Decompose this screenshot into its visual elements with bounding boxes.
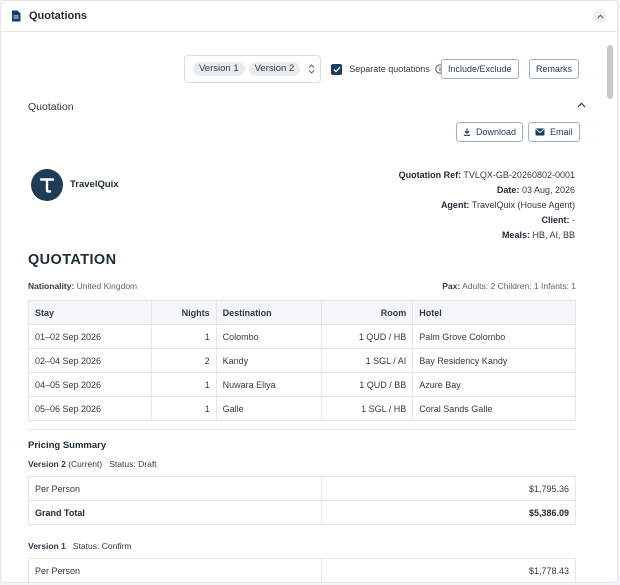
table-row: 04–05 Sep 2026 1 Nuwara Eliya 1 QUD / BB… [28, 372, 576, 397]
price-row-per-person: Per Person $1,778.43 [28, 558, 576, 582]
updown-icon[interactable] [306, 63, 316, 75]
price-row-grand-total: Grand Total $5,386.09 [28, 500, 576, 525]
separate-quotations-toggle[interactable]: Separate quotations [331, 63, 445, 75]
col-nights: Nights [150, 300, 217, 325]
cell-stay: 02–04 Sep 2026 [28, 348, 152, 373]
cell-room: 1 SGL / HB [321, 396, 414, 421]
cell-nights: 1 [150, 372, 217, 397]
cell-nights: 1 [150, 396, 217, 421]
section-title: Quotation [28, 101, 74, 113]
cell-stay: 01–02 Sep 2026 [28, 324, 152, 349]
cell-destination: Galle [215, 396, 323, 421]
price-label: Grand Total [28, 500, 322, 525]
price-row-per-person: Per Person $1,795.36 [28, 476, 576, 501]
table-row: 02–04 Sep 2026 2 Kandy 1 SGL / AI Bay Re… [28, 348, 576, 373]
col-destination: Destination [215, 300, 323, 325]
meta-date: Date: 03 Aug, 2026 [496, 185, 575, 195]
cell-room: 1 SGL / AI [321, 348, 414, 373]
pax-summary: Pax: Adults: 2 Children: 1 Infants: 1 [442, 281, 576, 291]
chevron-up-icon [596, 13, 604, 18]
cell-destination: Kandy [215, 348, 323, 373]
cell-room: 1 QUD / HB [321, 324, 414, 349]
quotation-heading: QUOTATION [28, 252, 117, 268]
email-label: Email [550, 127, 573, 137]
cell-nights: 2 [150, 348, 217, 373]
quotations-window: Quotations Version 1 Version 2 Separate … [0, 0, 618, 583]
price-value: $5,386.09 [321, 500, 576, 525]
pricing-summary-title: Pricing Summary [28, 440, 107, 451]
mail-icon [535, 128, 545, 136]
agency-logo [31, 169, 63, 201]
download-icon [463, 128, 471, 136]
price-value: $1,795.36 [321, 476, 576, 501]
version-toolbar: Version 1 Version 2 Separate quotations [184, 55, 445, 83]
collapse-window-button[interactable] [593, 9, 607, 23]
meta-ref: Quotation Ref: TVLQX-GB-20260802-0001 [398, 170, 575, 180]
remarks-button[interactable]: Remarks [529, 59, 580, 79]
cell-hotel: Palm Grove Colombo [412, 324, 576, 349]
titlebar: Quotations [1, 1, 617, 32]
separate-quotations-checkbox[interactable] [331, 63, 343, 75]
email-button[interactable]: Email [528, 122, 580, 142]
cell-nights: 1 [150, 324, 217, 349]
table-row: 05–06 Sep 2026 1 Galle 1 SGL / HB Coral … [28, 396, 576, 421]
checkmark-icon [333, 66, 341, 73]
quotation-meta: Quotation Ref: TVLQX-GB-20260802-0001 Da… [399, 168, 575, 243]
version-1-label: Version 1 Status: Confirm [28, 541, 132, 551]
document-icon [12, 10, 21, 22]
pricing-table-version-1: Per Person $1,778.43 [28, 558, 576, 582]
price-label: Per Person [28, 476, 322, 501]
table-header-row: Stay Nights Destination Room Hotel [28, 300, 576, 325]
version-chip-2[interactable]: Version 2 [248, 62, 301, 76]
cell-hotel: Coral Sands Galle [412, 396, 576, 421]
version-2-status: Status: Draft [109, 459, 157, 469]
cell-hotel: Bay Residency Kandy [412, 348, 576, 373]
agency-name: TravelQuix [70, 179, 119, 190]
cell-hotel: Azure Bay [412, 372, 576, 397]
col-stay: Stay [28, 300, 152, 325]
cell-destination: Colombo [215, 324, 323, 349]
col-hotel: Hotel [412, 300, 576, 325]
price-value: $1,778.43 [321, 558, 576, 582]
table-row: 01–02 Sep 2026 1 Colombo 1 QUD / HB Palm… [28, 324, 576, 349]
version-2-label: Version 2 (Current) Status: Draft [28, 459, 157, 469]
travelquix-logo-icon [39, 178, 55, 193]
vertical-scrollbar[interactable] [605, 39, 615, 576]
col-room: Room [321, 300, 414, 325]
price-label: Per Person [28, 558, 322, 582]
version-chip-1[interactable]: Version 1 [193, 62, 245, 76]
nationality: Nationality: United Kingdom [28, 281, 138, 291]
meta-client: Client: - [541, 215, 575, 225]
chevron-up-icon[interactable] [577, 102, 586, 108]
download-button[interactable]: Download [456, 122, 524, 142]
meta-agent: Agent: TravelQuix (House Agent) [440, 200, 575, 210]
cell-destination: Nuwara Eliya [215, 372, 323, 397]
version-selector[interactable]: Version 1 Version 2 [184, 55, 322, 83]
itinerary-table: Stay Nights Destination Room Hotel 01–02… [28, 300, 576, 421]
cell-room: 1 QUD / BB [321, 372, 414, 397]
scrollbar-thumb[interactable] [607, 45, 613, 99]
pricing-table-version-2: Per Person $1,795.36 Grand Total $5,386.… [28, 476, 576, 525]
version-1-status: Status: Confirm [72, 541, 132, 551]
cell-stay: 04–05 Sep 2026 [28, 372, 152, 397]
window-title: Quotations [29, 10, 88, 22]
divider [28, 429, 576, 430]
quotation-content[interactable]: Version 1 Version 2 Separate quotations … [1, 33, 597, 582]
include-exclude-button[interactable]: Include/Exclude [441, 59, 519, 79]
cell-stay: 05–06 Sep 2026 [28, 396, 152, 421]
separate-quotations-label: Separate quotations [349, 64, 430, 74]
meta-meals: Meals: HB, AI, BB [501, 230, 575, 240]
download-label: Download [476, 127, 517, 137]
